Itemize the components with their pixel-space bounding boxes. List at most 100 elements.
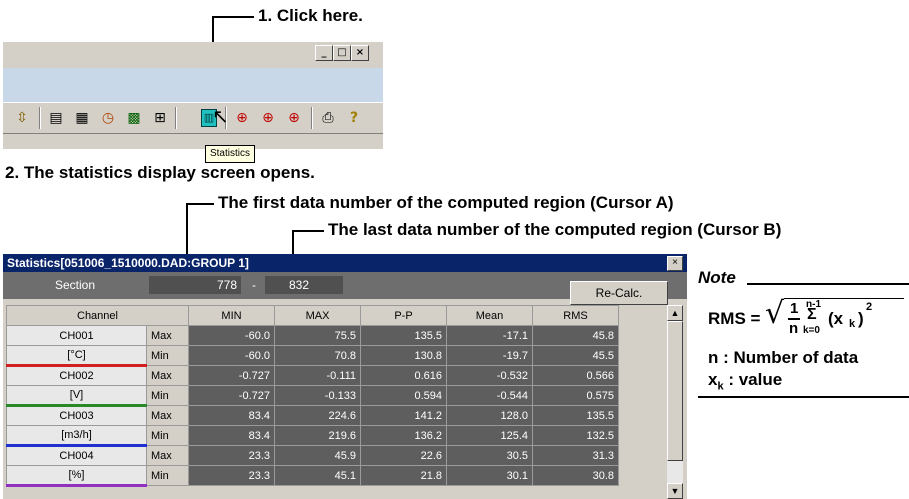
- channel-unit: [%]: [6, 465, 147, 487]
- table-row: CH004 Max 23.3 45.9 22.6 30.5 31.3: [6, 445, 619, 466]
- maximize-button[interactable]: □: [333, 45, 351, 61]
- clock-icon[interactable]: ◷: [99, 109, 117, 127]
- stat-value-cell: -60.0: [188, 325, 275, 346]
- sqrt-bar: [784, 298, 904, 299]
- cursor-a-line-h: [186, 203, 214, 205]
- chart-icon[interactable]: ▤: [47, 109, 65, 127]
- vertical-scrollbar[interactable]: ▲ ▼: [667, 305, 683, 499]
- section-end-field[interactable]: 832: [265, 276, 343, 294]
- step2-callout: 2. The statistics display screen opens.: [5, 163, 315, 182]
- grid-icon[interactable]: ▩: [125, 109, 143, 127]
- cursor-left-icon[interactable]: ⊕: [233, 109, 251, 127]
- formula-close: ): [858, 309, 864, 328]
- minimize-button[interactable]: _: [315, 45, 333, 61]
- cursor-a-callout: The first data number of the computed re…: [218, 193, 674, 212]
- channel-name: CH003: [6, 405, 147, 426]
- cursor-right-icon[interactable]: ⊕: [285, 109, 303, 127]
- zoom-icon[interactable]: ⇳: [13, 109, 31, 127]
- definition-x: xk : value: [708, 370, 782, 392]
- stat-value-cell: 224.6: [274, 405, 361, 426]
- table-row: CH002 Max -0.727 -0.111 0.616 -0.532 0.566: [6, 365, 619, 386]
- section-start-field[interactable]: 778: [149, 276, 241, 294]
- statistics-window: Statistics[051006_1510000.DAD:GROUP 1] ×…: [3, 254, 687, 499]
- table-row: [m3/h] Min 83.4 219.6 136.2 125.4 132.5: [6, 425, 619, 447]
- stat-value-cell: 0.616: [360, 365, 447, 386]
- stat-value-cell: 22.6: [360, 445, 447, 466]
- formula-subscript: k: [849, 318, 856, 330]
- stat-value-cell: 70.8: [274, 345, 361, 366]
- stat-value-cell: 45.5: [532, 345, 619, 366]
- scroll-up-arrow-icon[interactable]: ▲: [667, 305, 683, 321]
- column-header-max: MAX: [274, 305, 361, 326]
- sum-bottom: k=0: [803, 325, 820, 336]
- sqrt-icon: √: [765, 296, 785, 331]
- stat-value-cell: -0.133: [274, 385, 361, 406]
- stat-value-cell: -0.727: [188, 365, 275, 386]
- row-label-min: Min: [146, 385, 189, 406]
- step1-line-h: [212, 16, 254, 18]
- stat-value-cell: -19.7: [446, 345, 533, 366]
- stat-value-cell: -0.544: [446, 385, 533, 406]
- toolbar-separator: [39, 107, 41, 129]
- stat-value-cell: 23.3: [188, 465, 275, 486]
- split-icon[interactable]: ⊞: [151, 109, 169, 127]
- channel-unit: [m3/h]: [6, 425, 147, 447]
- window-body: [3, 68, 383, 102]
- stat-value-cell: 135.5: [360, 325, 447, 346]
- stat-value-cell: -17.1: [446, 325, 533, 346]
- formula-lhs: RMS =: [708, 309, 761, 328]
- stat-value-cell: 132.5: [532, 425, 619, 446]
- cursor-both-icon[interactable]: ⊕: [259, 109, 277, 127]
- mouse-pointer-icon: ↖: [212, 104, 229, 128]
- section-label: Section: [6, 276, 144, 294]
- row-label-max: Max: [146, 445, 189, 466]
- cursor-b-line-h: [292, 230, 324, 232]
- table-icon[interactable]: ▦: [73, 109, 91, 127]
- close-button[interactable]: ×: [351, 45, 369, 61]
- column-header-channel: Channel: [6, 305, 189, 326]
- stat-value-cell: 141.2: [360, 405, 447, 426]
- step1-callout: 1. Click here.: [258, 6, 363, 25]
- stat-value-cell: 45.8: [532, 325, 619, 346]
- note-divider: [747, 283, 909, 285]
- stat-value-cell: 31.3: [532, 445, 619, 466]
- help-icon[interactable]: ?: [345, 109, 363, 127]
- stat-value-cell: 30.1: [446, 465, 533, 486]
- table-row: [V] Min -0.727 -0.133 0.594 -0.544 0.575: [6, 385, 619, 407]
- definition-x-text: : value: [723, 370, 783, 389]
- table-row: [°C] Min -60.0 70.8 130.8 -19.7 45.5: [6, 345, 619, 367]
- statistics-tooltip: Statistics: [205, 145, 255, 163]
- stat-value-cell: -60.0: [188, 345, 275, 366]
- row-label-max: Max: [146, 405, 189, 426]
- print-icon[interactable]: ⎙: [319, 109, 337, 127]
- recalc-button[interactable]: Re-Calc.: [570, 281, 668, 305]
- stat-value-cell: -0.727: [188, 385, 275, 406]
- table-row: CH003 Max 83.4 224.6 141.2 128.0 135.5: [6, 405, 619, 426]
- stat-value-cell: 0.566: [532, 365, 619, 386]
- statistics-title: Statistics[051006_1510000.DAD:GROUP 1]: [3, 254, 687, 272]
- toolbar-separator: [175, 107, 177, 129]
- statistics-close-button[interactable]: ×: [667, 256, 683, 271]
- table-header-row: Channel MIN MAX P-P Mean RMS: [6, 305, 619, 326]
- cursor-b-callout: The last data number of the computed reg…: [328, 220, 782, 239]
- formula-exponent: 2: [866, 301, 873, 313]
- scroll-thumb[interactable]: [667, 321, 683, 461]
- stat-value-cell: 75.5: [274, 325, 361, 346]
- toolbar: ⇳ ▤ ▦ ◷ ▩ ⊞ ▥ ⊕ ⊕ ⊕ ⎙ ?: [3, 102, 383, 134]
- channel-unit: [°C]: [6, 345, 147, 367]
- stat-value-cell: 125.4: [446, 425, 533, 446]
- formula-denominator: n: [789, 320, 799, 337]
- stat-value-cell: 30.8: [532, 465, 619, 486]
- row-label-min: Min: [146, 345, 189, 366]
- note-title: Note: [698, 268, 736, 287]
- stat-value-cell: 83.4: [188, 425, 275, 446]
- section-separator: -: [247, 276, 261, 294]
- row-label-max: Max: [146, 365, 189, 386]
- formula-term: (x: [828, 309, 844, 328]
- toolbar-separator: [311, 107, 313, 129]
- row-label-min: Min: [146, 465, 189, 486]
- channel-name: CH002: [6, 365, 147, 386]
- scroll-down-arrow-icon[interactable]: ▼: [667, 483, 683, 499]
- stat-value-cell: 30.5: [446, 445, 533, 466]
- stat-value-cell: 128.0: [446, 405, 533, 426]
